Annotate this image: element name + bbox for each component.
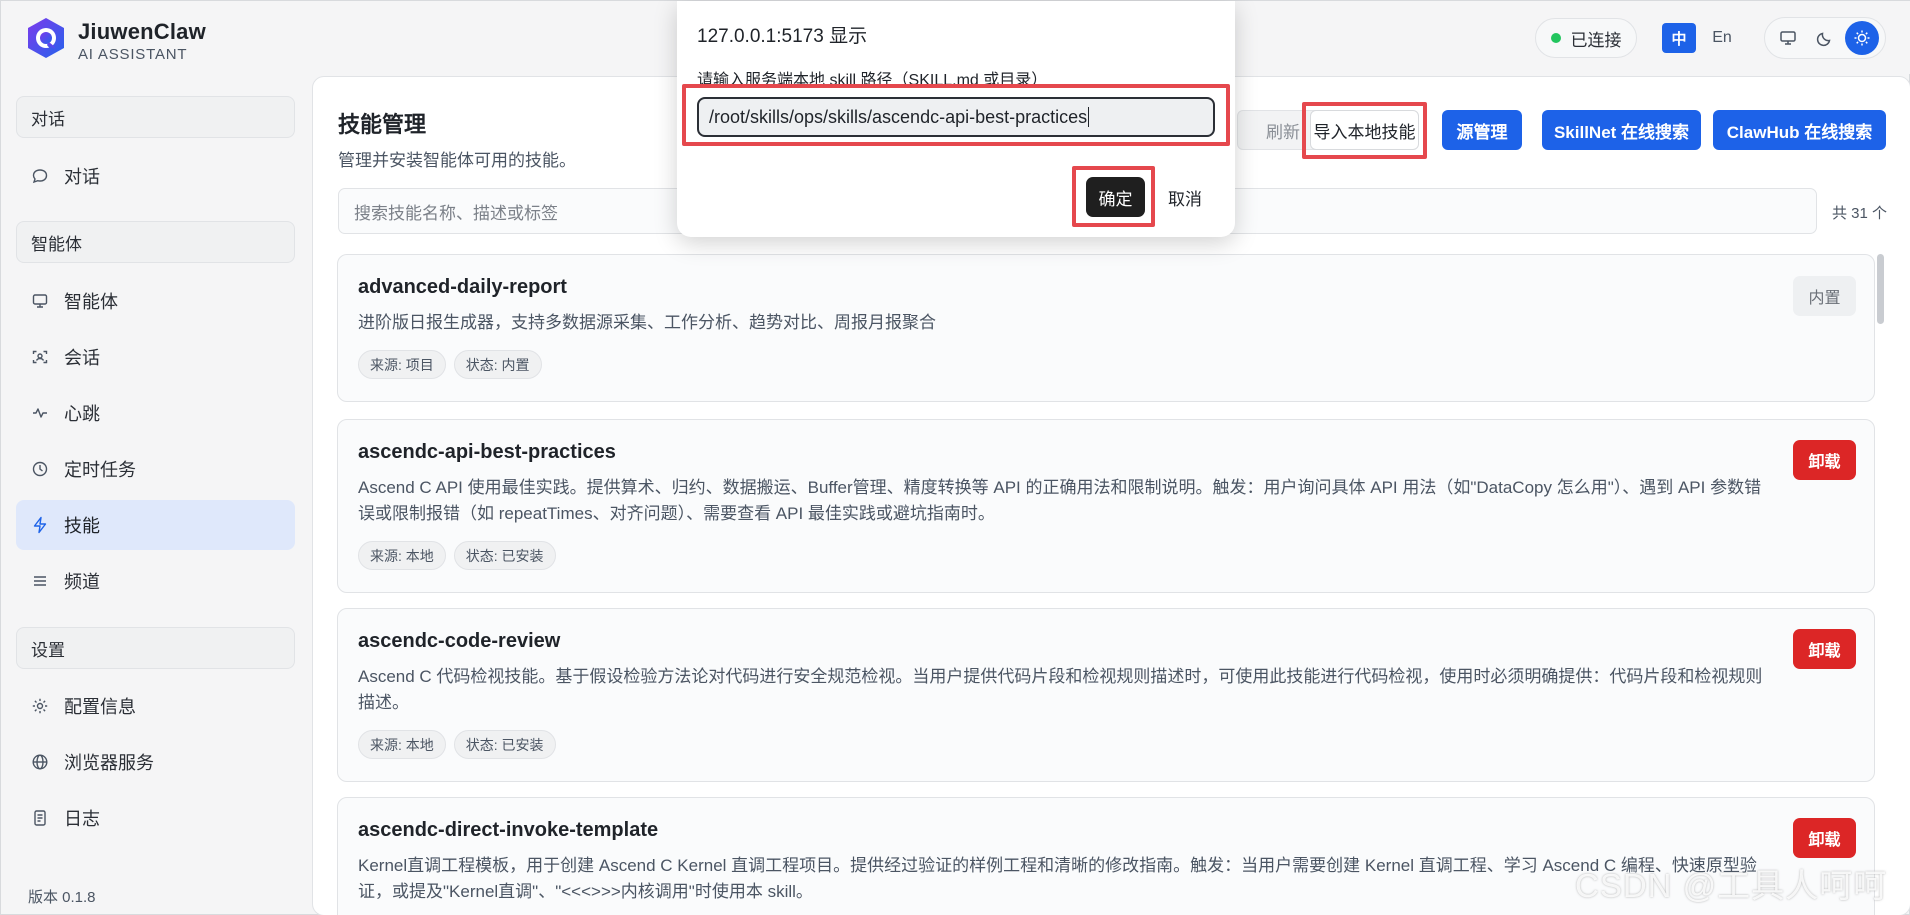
scan-face-icon — [30, 347, 50, 367]
skill-path-input-value: /root/skills/ops/skills/ascendc-api-best… — [709, 106, 1088, 127]
sidebar: 对话 对话 智能体 智能体 会话 心跳 定时任务 技能 频道 设置 配置信息 浏… — [1, 74, 309, 915]
sidebar-item-logs[interactable]: 日志 — [16, 793, 295, 843]
dark-theme-button[interactable] — [1808, 21, 1842, 55]
skill-card: ascendc-api-best-practices Ascend C API … — [337, 419, 1875, 593]
sidebar-section-chat: 对话 — [16, 96, 295, 138]
sidebar-item-label: 会话 — [64, 348, 100, 368]
builtin-badge: 内置 — [1793, 276, 1856, 316]
sidebar-section-settings: 设置 — [16, 627, 295, 669]
app-window: JiuwenClaw AI ASSISTANT 已连接 中 En 对话 对话 智… — [0, 0, 1910, 915]
gear-icon — [30, 696, 50, 716]
lang-zh-button[interactable]: 中 — [1662, 23, 1696, 53]
lang-en-button[interactable]: En — [1705, 23, 1739, 53]
menu-lines-icon — [30, 571, 50, 591]
dialog-title: 127.0.0.1:5173 显示 — [697, 26, 868, 47]
source-manage-button[interactable]: 源管理 — [1442, 110, 1522, 150]
theme-switcher — [1764, 17, 1886, 59]
document-icon — [30, 808, 50, 828]
skill-status-tag: 状态: 已安装 — [453, 730, 556, 759]
sidebar-item-label: 对话 — [64, 167, 100, 187]
sidebar-item-label: 配置信息 — [64, 697, 136, 717]
sidebar-item-config[interactable]: 配置信息 — [16, 681, 295, 731]
sidebar-item-label: 智能体 — [64, 292, 118, 312]
sidebar-item-label: 技能 — [64, 516, 100, 536]
uninstall-button[interactable]: 卸载 — [1793, 818, 1856, 858]
skill-card: advanced-daily-report 进阶版日报生成器，支持多数据源采集、… — [337, 254, 1875, 402]
app-logo-icon — [28, 18, 64, 58]
sidebar-item-scheduled-tasks[interactable]: 定时任务 — [16, 444, 295, 494]
skill-status-tag: 状态: 已安装 — [453, 541, 556, 570]
sidebar-item-heartbeat[interactable]: 心跳 — [16, 388, 295, 438]
skill-description: Ascend C 代码检视技能。基于假设检验方法论对代码进行安全规范检视。当用户… — [358, 667, 1763, 712]
heartbeat-icon — [30, 403, 50, 423]
csdn-watermark: CSDN @工具人呵呵 — [1575, 867, 1888, 904]
skill-source-tag: 来源: 本地 — [358, 541, 446, 570]
system-theme-button[interactable] — [1771, 21, 1805, 55]
skill-tags: 来源: 项目 状态: 内置 — [358, 350, 542, 379]
app-name: JiuwenClaw — [78, 19, 206, 44]
prompt-dialog: 127.0.0.1:5173 显示 请输入服务端本地 skill 路径（SKIL… — [677, 1, 1235, 237]
sidebar-item-channels[interactable]: 频道 — [16, 556, 295, 606]
skill-description: Kernel直调工程模板，用于创建 Ascend C Kernel 直调工程项目… — [358, 856, 1757, 901]
skill-path-input[interactable]: /root/skills/ops/skills/ascendc-api-best… — [697, 97, 1215, 137]
skill-description: 进阶版日报生成器，支持多数据源采集、工作分析、趋势对比、周报月报聚合 — [358, 313, 936, 332]
skill-source-tag: 来源: 项目 — [358, 350, 446, 379]
page-subtitle: 管理并安装智能体可用的技能。 — [338, 151, 576, 170]
sidebar-item-agent[interactable]: 智能体 — [16, 276, 295, 326]
import-local-skill-button[interactable]: 导入本地技能 — [1310, 110, 1419, 150]
monitor-icon — [1779, 31, 1796, 45]
page-title: 技能管理 — [338, 112, 427, 137]
moon-icon — [1816, 32, 1831, 47]
sidebar-item-label: 浏览器服务 — [64, 753, 154, 773]
list-scrollbar[interactable] — [1877, 254, 1884, 324]
sidebar-item-skills[interactable]: 技能 — [16, 500, 295, 550]
skill-name: ascendc-direct-invoke-template — [358, 819, 659, 841]
sidebar-item-label: 心跳 — [64, 404, 100, 424]
sidebar-item-session[interactable]: 会话 — [16, 332, 295, 382]
app-subtitle: AI ASSISTANT — [78, 46, 188, 63]
skill-name: advanced-daily-report — [358, 276, 567, 298]
connection-status-label: 已连接 — [1570, 30, 1622, 50]
clock-icon — [30, 459, 50, 479]
skill-tags: 来源: 本地 状态: 已安装 — [358, 541, 556, 570]
uninstall-button[interactable]: 卸载 — [1793, 440, 1856, 480]
status-dot-icon — [1550, 33, 1561, 43]
skill-description: Ascend C API 使用最佳实践。提供算术、归约、数据搬运、Buffer管… — [358, 478, 1762, 523]
skillnet-search-button[interactable]: SkillNet 在线搜索 — [1542, 110, 1701, 150]
app-version: 版本 0.1.8 — [28, 889, 96, 906]
sidebar-item-label: 定时任务 — [64, 460, 136, 480]
sidebar-item-chat[interactable]: 对话 — [16, 151, 295, 201]
total-count: 共 31 个 — [1832, 205, 1888, 222]
clawhub-search-button[interactable]: ClawHub 在线搜索 — [1713, 110, 1886, 150]
globe-icon — [30, 752, 50, 772]
connection-status-badge: 已连接 — [1535, 18, 1637, 58]
text-caret — [1088, 107, 1090, 127]
sidebar-item-browser-service[interactable]: 浏览器服务 — [16, 737, 295, 787]
uninstall-button[interactable]: 卸载 — [1793, 629, 1856, 669]
skill-source-tag: 来源: 本地 — [358, 730, 446, 759]
light-theme-button[interactable] — [1845, 21, 1880, 55]
chat-bubble-icon — [30, 166, 50, 186]
lightning-icon — [30, 515, 50, 535]
confirm-button[interactable]: 确定 — [1086, 177, 1145, 217]
skill-name: ascendc-api-best-practices — [358, 441, 616, 463]
sun-icon — [1854, 30, 1870, 46]
sidebar-section-agent: 智能体 — [16, 221, 295, 263]
sidebar-item-label: 频道 — [64, 572, 100, 592]
brand: JiuwenClaw AI ASSISTANT — [78, 19, 206, 63]
skill-card: ascendc-code-review Ascend C 代码检视技能。基于假设… — [337, 608, 1875, 782]
monitor-icon — [30, 291, 50, 311]
skill-tags: 来源: 本地 状态: 已安装 — [358, 730, 556, 759]
skill-status-tag: 状态: 内置 — [453, 350, 542, 379]
skill-name: ascendc-code-review — [358, 630, 561, 652]
sidebar-item-label: 日志 — [64, 809, 100, 829]
cancel-button[interactable]: 取消 — [1155, 177, 1215, 217]
